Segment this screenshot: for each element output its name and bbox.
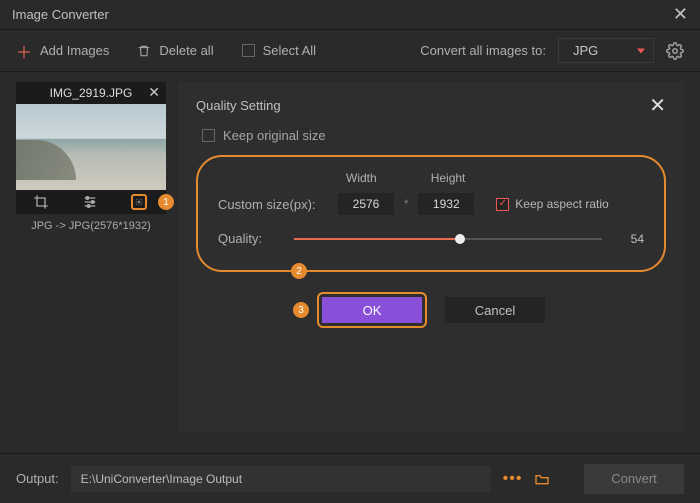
cancel-button[interactable]: Cancel: [445, 297, 545, 323]
delete-all-button[interactable]: Delete all: [137, 43, 213, 58]
panel-close-icon[interactable]: ✕: [649, 93, 666, 118]
format-value: JPG: [573, 43, 598, 58]
plus-icon: ＋: [16, 39, 32, 63]
add-images-label: Add Images: [40, 43, 109, 58]
format-select[interactable]: JPG: [558, 38, 654, 63]
trash-icon: [137, 44, 151, 58]
multiply-symbol: *: [404, 198, 408, 210]
window-close-icon[interactable]: ✕: [673, 4, 688, 25]
ok-button[interactable]: OK: [322, 297, 422, 323]
size-quality-group: Width Height Custom size(px): * ✓ Keep a…: [196, 155, 666, 272]
thumbnail-filename: IMG_2919.JPG: [50, 86, 133, 100]
width-label: Width: [346, 171, 377, 185]
gear-icon: [135, 198, 143, 206]
settings-top-button[interactable]: [666, 42, 684, 60]
gear-icon: [666, 42, 684, 60]
panel-title: Quality Setting: [196, 98, 281, 113]
delete-all-label: Delete all: [159, 43, 213, 58]
quality-value: 54: [618, 232, 644, 246]
quality-setting-panel: Quality Setting ✕ Keep original size Wid…: [178, 82, 684, 432]
thumbnail-settings-button[interactable]: [131, 194, 147, 210]
select-all-label: Select All: [263, 43, 316, 58]
quality-slider[interactable]: [294, 232, 602, 246]
width-input[interactable]: [338, 193, 394, 215]
keep-original-checkbox[interactable]: [202, 129, 215, 142]
annotation-badge-1: 1: [158, 194, 174, 210]
open-folder-button[interactable]: [534, 471, 550, 487]
annotation-badge-3: 3: [293, 302, 309, 318]
thumbnail-preview: [16, 104, 166, 190]
adjust-button[interactable]: [82, 194, 98, 210]
crop-icon: [33, 194, 49, 210]
keep-original-label: Keep original size: [223, 128, 326, 143]
crop-button[interactable]: [33, 194, 49, 210]
annotation-badge-2: 2: [291, 263, 307, 279]
keep-aspect-checkbox[interactable]: ✓: [496, 198, 509, 211]
height-label: Height: [431, 171, 466, 185]
thumbnail-remove-icon[interactable]: ✕: [148, 84, 160, 101]
convert-button[interactable]: Convert: [584, 464, 684, 494]
slider-knob[interactable]: [455, 234, 465, 244]
caret-down-icon: [637, 48, 645, 53]
convert-to-label: Convert all images to:: [420, 43, 546, 58]
select-all-button[interactable]: Select All: [242, 43, 316, 58]
add-images-button[interactable]: ＋ Add Images: [16, 39, 109, 63]
folder-icon: [534, 471, 550, 487]
keep-aspect-label: Keep aspect ratio: [515, 197, 608, 211]
sliders-icon: [82, 194, 98, 210]
quality-label: Quality:: [218, 231, 278, 246]
more-options-icon[interactable]: •••: [503, 470, 523, 488]
height-input[interactable]: [418, 193, 474, 215]
slider-fill: [294, 238, 460, 240]
output-label: Output:: [16, 471, 59, 486]
custom-size-label: Custom size(px):: [218, 197, 328, 212]
image-thumbnail[interactable]: IMG_2919.JPG ✕ 1: [16, 82, 166, 214]
window-title: Image Converter: [12, 7, 109, 22]
checkbox-empty-icon: [242, 44, 255, 57]
thumbnail-caption: JPG -> JPG(2576*1932): [16, 220, 166, 232]
output-path-field[interactable]: E:\UniConverter\Image Output: [71, 466, 491, 492]
